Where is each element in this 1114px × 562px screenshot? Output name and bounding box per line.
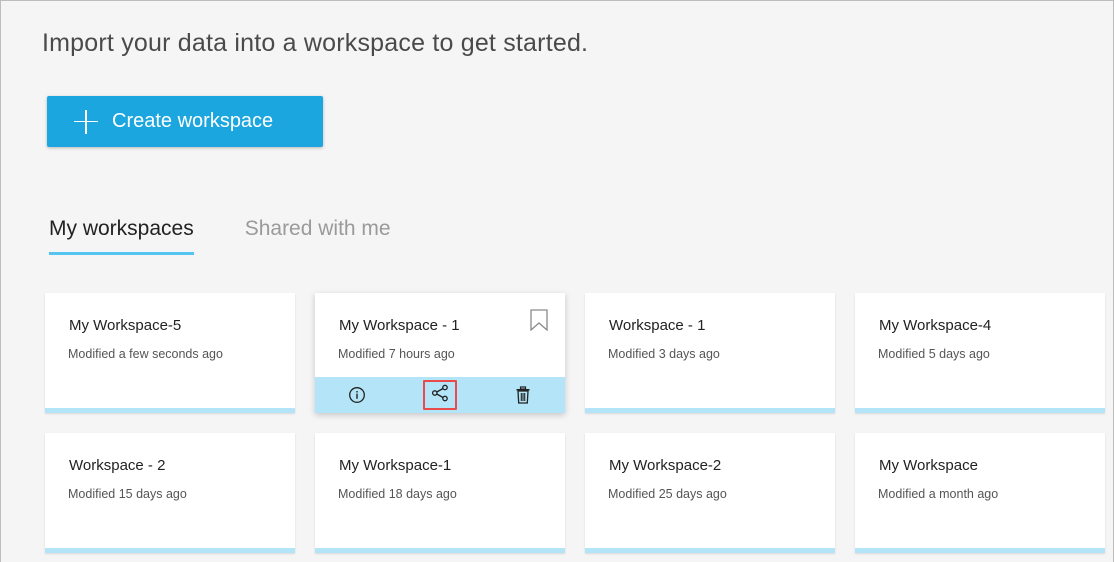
workspace-title: My Workspace	[879, 457, 978, 474]
workspace-modified: Modified a few seconds ago	[68, 347, 223, 361]
workspace-title: My Workspace-4	[879, 317, 992, 334]
card-action-bar	[315, 377, 565, 413]
workspace-modified: Modified 25 days ago	[608, 487, 727, 501]
tab-my-workspaces[interactable]: My workspaces	[49, 217, 194, 255]
workspace-tabs: My workspaces Shared with me	[49, 217, 391, 255]
create-workspace-button[interactable]: Create workspace	[47, 96, 323, 147]
info-icon	[348, 386, 366, 409]
workspace-modified: Modified 5 days ago	[878, 347, 990, 361]
plus-icon	[74, 109, 98, 134]
workspace-card[interactable]: My Workspace-1 Modified 18 days ago	[315, 433, 565, 553]
workspace-card[interactable]: Workspace - 2 Modified 15 days ago	[45, 433, 295, 553]
delete-button[interactable]	[508, 382, 538, 412]
workspace-title: My Workspace - 1	[339, 317, 460, 334]
share-button[interactable]	[423, 380, 457, 410]
workspace-modified: Modified 7 hours ago	[338, 347, 455, 361]
workspace-modified: Modified 15 days ago	[68, 487, 187, 501]
bookmark-icon[interactable]	[530, 309, 548, 332]
trash-icon	[515, 385, 531, 409]
workspace-title: My Workspace-2	[609, 457, 722, 474]
workspace-card[interactable]: My Workspace-2 Modified 25 days ago	[585, 433, 835, 553]
workspace-modified: Modified a month ago	[878, 487, 999, 501]
workspace-card[interactable]: My Workspace Modified a month ago	[855, 433, 1105, 553]
workspace-card[interactable]: My Workspace-4 Modified 5 days ago	[855, 293, 1105, 413]
workspace-title: Workspace - 2	[69, 457, 166, 474]
tab-shared-with-me[interactable]: Shared with me	[245, 217, 391, 255]
workspace-modified: Modified 18 days ago	[338, 487, 457, 501]
workspace-card[interactable]: My Workspace-5 Modified a few seconds ag…	[45, 293, 295, 413]
workspace-page: Import your data into a workspace to get…	[0, 0, 1114, 562]
workspace-title: My Workspace-5	[69, 317, 182, 334]
share-icon	[431, 384, 449, 407]
workspace-card[interactable]: Workspace - 1 Modified 3 days ago	[585, 293, 835, 413]
info-button[interactable]	[342, 382, 372, 412]
page-headline: Import your data into a workspace to get…	[42, 29, 589, 57]
workspace-card[interactable]: My Workspace - 1 Modified 7 hours ago	[315, 293, 565, 413]
workspace-title: My Workspace-1	[339, 457, 452, 474]
workspace-modified: Modified 3 days ago	[608, 347, 720, 361]
workspace-title: Workspace - 1	[609, 317, 706, 334]
create-workspace-label: Create workspace	[112, 110, 274, 132]
